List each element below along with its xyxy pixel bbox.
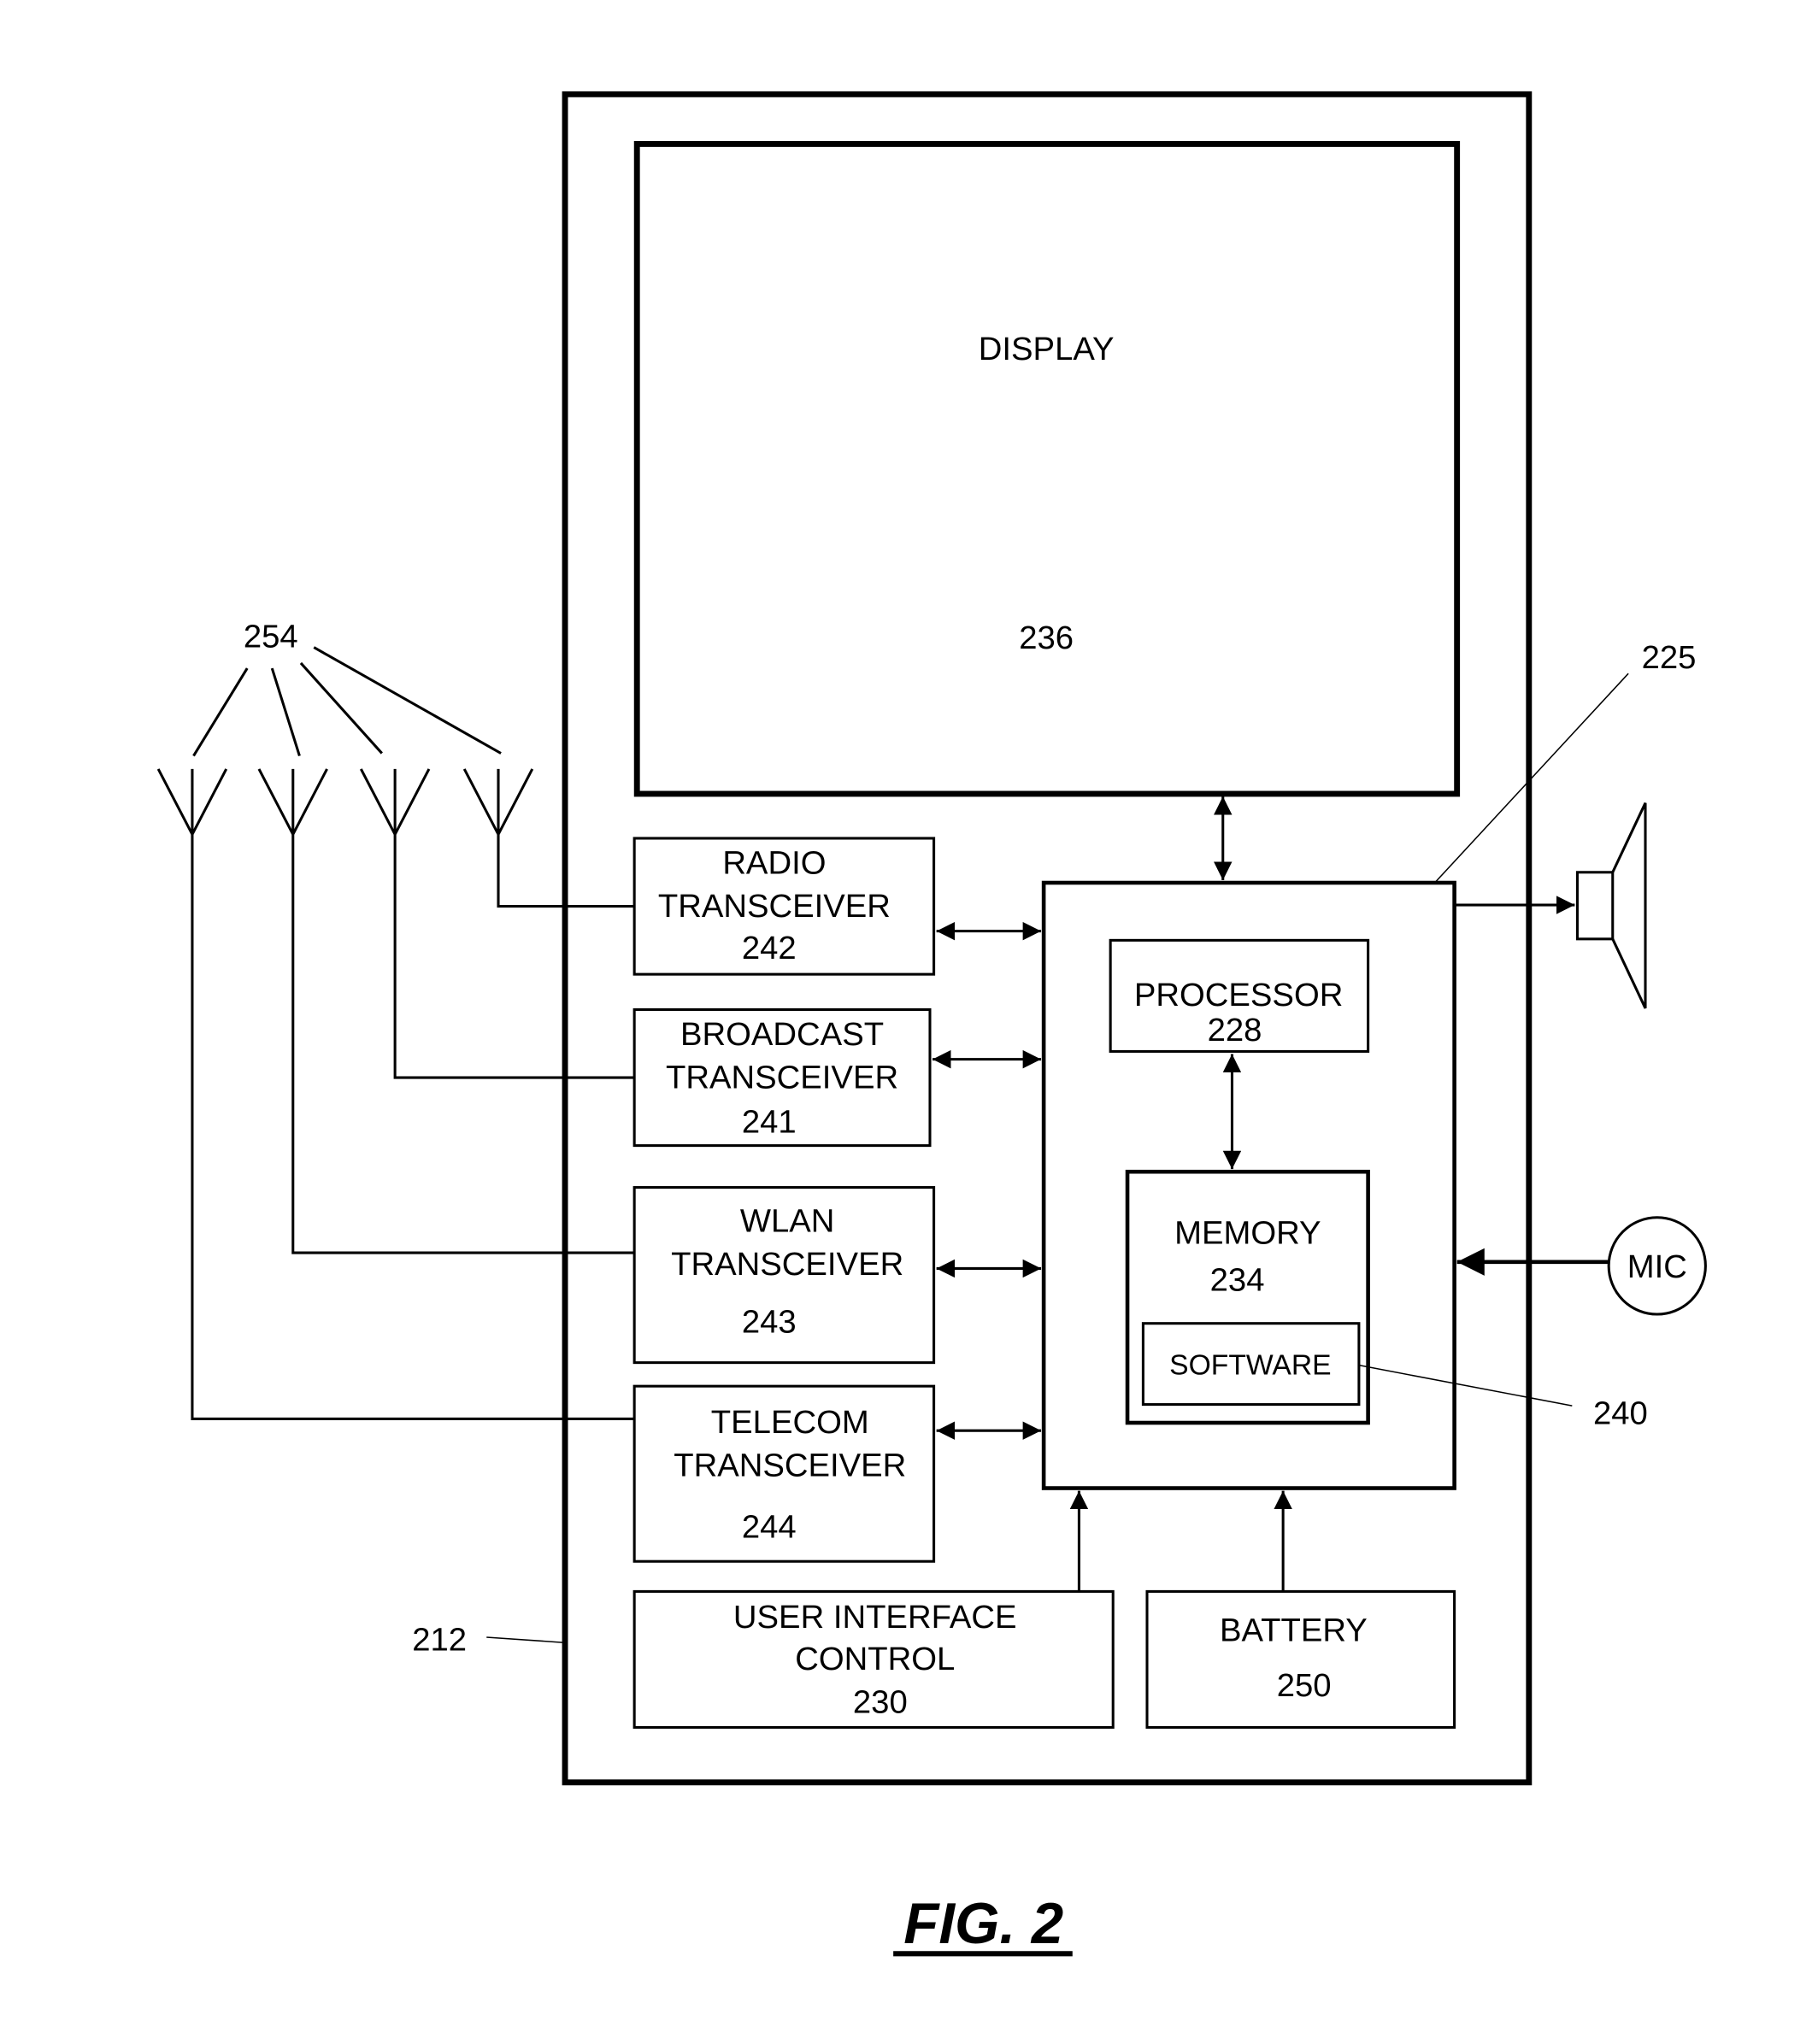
device-ref: 212 [412, 1621, 467, 1658]
antenna-leader-lines [192, 646, 502, 757]
antenna-icon [462, 768, 635, 908]
main-ref: 225 [1642, 639, 1697, 676]
telecom-line1: TELECOM [711, 1404, 869, 1441]
display-block: DISPLAY 236 [633, 141, 1461, 797]
display-label: DISPLAY [979, 331, 1115, 367]
ui-control-block: USER INTERFACE CONTROL 230 [632, 1589, 1115, 1730]
telecom-ref: 244 [742, 1509, 797, 1546]
block-diagram: DISPLAY 236 PROCESSOR 228 MEMORY 234 SOF… [156, 91, 1707, 1957]
radio-line1: RADIO [722, 844, 826, 881]
ui-control-line1: USER INTERFACE [733, 1599, 1017, 1636]
speaker-icon [1454, 802, 1647, 1009]
wlan-line1: WLAN [740, 1203, 835, 1240]
broadcast-line1: BROADCAST [680, 1016, 884, 1053]
battery-label: BATTERY [1220, 1612, 1368, 1649]
wlan-line2: TRANSCEIVER [671, 1246, 903, 1283]
radio-line2: TRANSCEIVER [658, 888, 891, 925]
antenna-ref: 254 [244, 619, 298, 655]
wlan-transceiver-block: WLAN TRANSCEIVER 243 [632, 1186, 936, 1365]
software-ref-leader [1358, 1364, 1573, 1407]
processor-block: PROCESSOR 228 [1109, 938, 1370, 1053]
software-ref: 240 [1593, 1395, 1648, 1432]
figure-caption: FIG. 2 [903, 1892, 1063, 1956]
broadcast-line2: TRANSCEIVER [666, 1059, 898, 1095]
battery-block: BATTERY 250 [1145, 1589, 1456, 1730]
telecom-transceiver-block: TELECOM TRANSCEIVER 244 [632, 1384, 936, 1563]
wlan-ref: 243 [742, 1303, 797, 1340]
memory-label: MEMORY [1174, 1214, 1321, 1251]
radio-ref: 242 [742, 930, 797, 966]
memory-ref: 234 [1210, 1261, 1265, 1298]
ui-control-ref: 230 [853, 1684, 908, 1721]
battery-ref: 250 [1277, 1667, 1332, 1704]
telecom-line2: TRANSCEIVER [674, 1448, 906, 1484]
processor-label: PROCESSOR [1134, 977, 1343, 1013]
radio-transceiver-block: RADIO TRANSCEIVER 242 [632, 837, 936, 976]
mic-icon: MIC [1456, 1216, 1707, 1316]
mic-label: MIC [1627, 1248, 1687, 1285]
software-label: SOFTWARE [1169, 1349, 1331, 1381]
memory-block: MEMORY 234 SOFTWARE [1125, 1169, 1370, 1425]
controller-block [1041, 880, 1456, 1490]
broadcast-transceiver-block: BROADCAST TRANSCEIVER 241 [632, 1007, 932, 1148]
ui-control-line2: CONTROL [795, 1641, 955, 1677]
display-ref: 236 [1019, 620, 1074, 656]
antenna-icon [257, 768, 635, 1254]
device-ref-leader [486, 1636, 563, 1643]
processor-ref: 228 [1208, 1012, 1262, 1048]
broadcast-ref: 241 [742, 1103, 797, 1140]
